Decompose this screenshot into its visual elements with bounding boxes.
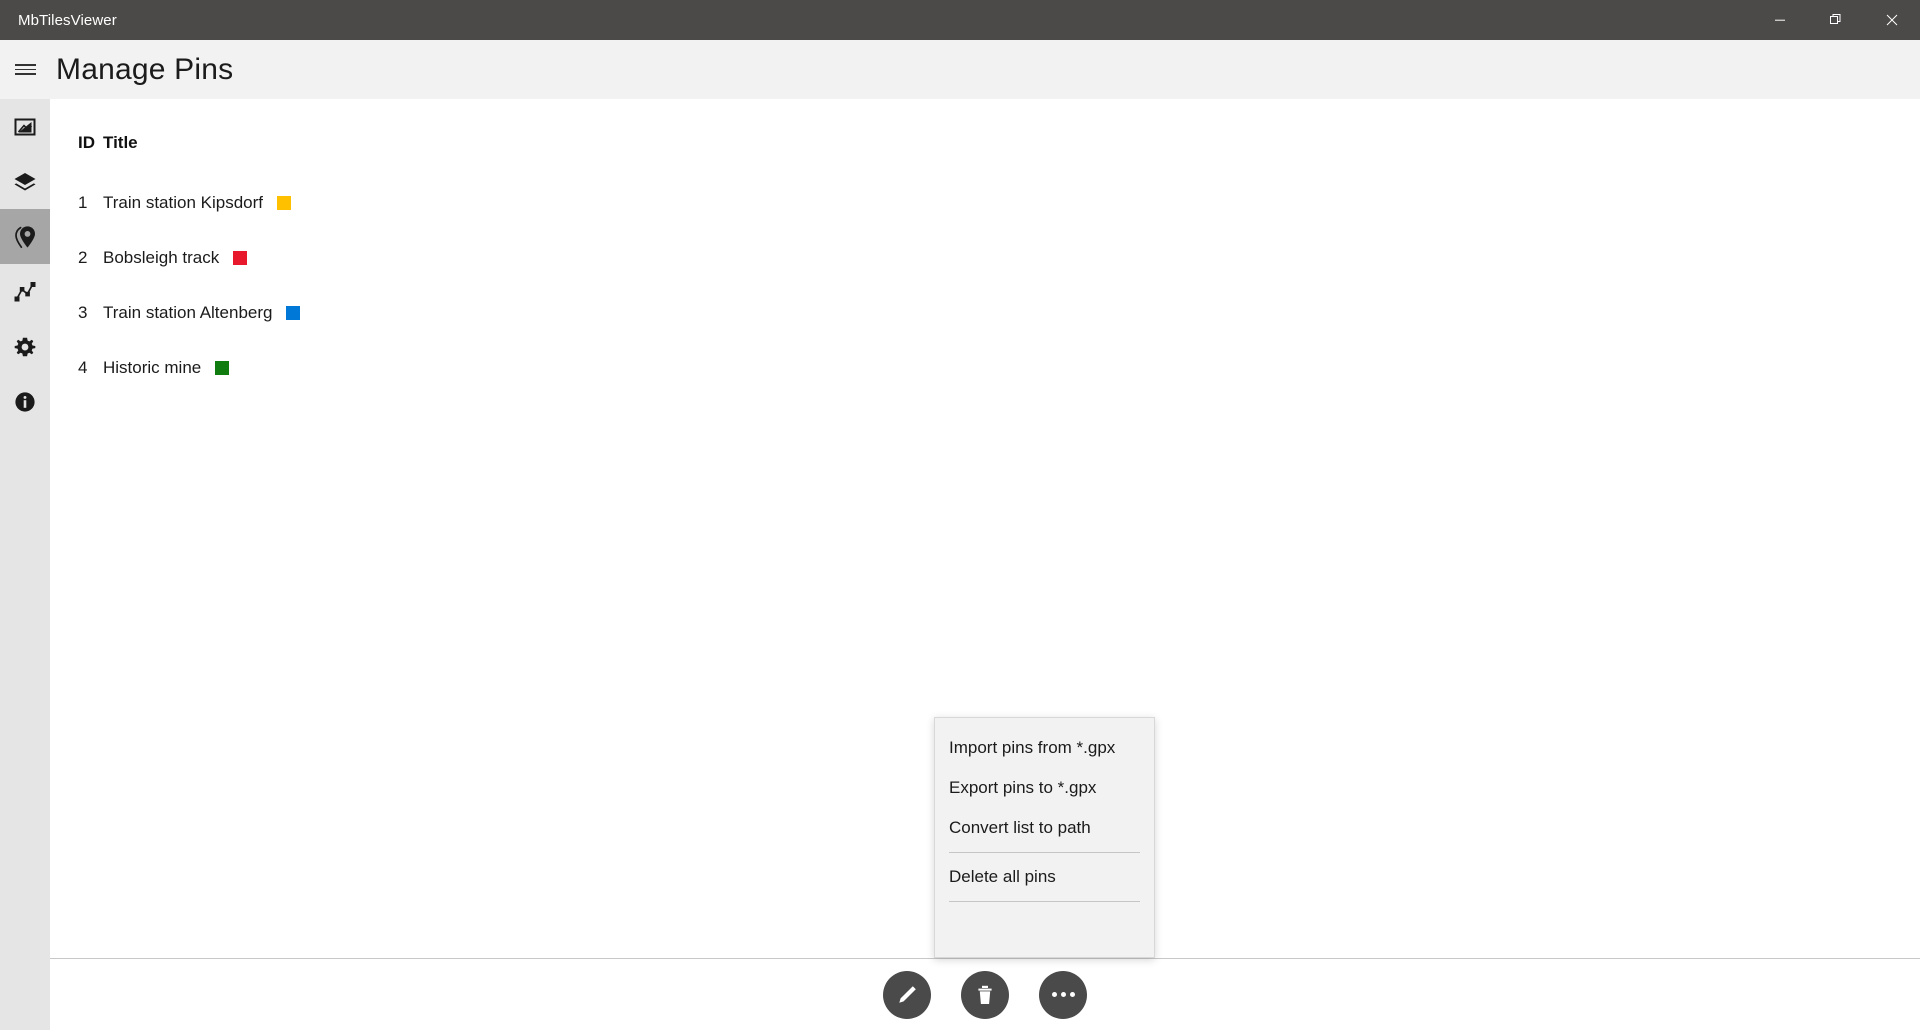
- sidebar-item-info[interactable]: [0, 374, 50, 429]
- path-route-icon: [13, 280, 37, 304]
- ellipsis-icon: [1051, 992, 1075, 997]
- window-controls: [1752, 0, 1920, 40]
- hamburger-line: [14, 73, 36, 75]
- pin-id: 2: [78, 247, 88, 267]
- pin-color-swatch: [277, 195, 291, 210]
- table-row[interactable]: 2 Bobsleigh track: [50, 230, 1920, 285]
- table-row[interactable]: 3 Train station Altenberg: [50, 285, 1920, 340]
- pin-title: Train station Altenberg: [103, 302, 273, 322]
- sidebar-item-layers[interactable]: [0, 154, 50, 209]
- pin-list-header: ID Title: [50, 129, 1920, 157]
- ellipsis-dot: [1060, 992, 1066, 997]
- pin-title-cell: Historic mine: [95, 357, 230, 378]
- pin-id: 3: [78, 302, 88, 322]
- pin-id: 4: [78, 357, 88, 377]
- menu-item-delete-all-pins[interactable]: Delete all pins: [935, 857, 1154, 897]
- pin-color-swatch: [215, 360, 230, 375]
- sidebar-item-pins[interactable]: [0, 209, 50, 264]
- command-bar: [50, 959, 1920, 1030]
- column-header-id: ID: [78, 133, 95, 152]
- title-bar: MbTilesViewer: [0, 0, 1920, 40]
- map-image-icon: [14, 116, 36, 138]
- edit-pin-button[interactable]: [883, 970, 931, 1019]
- menu-separator: [949, 901, 1140, 902]
- pin-color-swatch: [233, 250, 248, 265]
- gear-icon: [14, 336, 36, 358]
- sidebar-item-settings[interactable]: [0, 319, 50, 374]
- minimize-button[interactable]: [1752, 0, 1808, 40]
- info-icon: [14, 391, 36, 413]
- table-row[interactable]: 4 Historic mine: [50, 340, 1920, 395]
- pencil-icon: [896, 984, 918, 1006]
- pin-color-swatch: [286, 305, 301, 320]
- pin-id: 1: [78, 192, 88, 212]
- hamburger-line: [14, 64, 36, 66]
- pin-title: Train station Kipsdorf: [103, 192, 263, 212]
- ellipsis-dot: [1051, 992, 1057, 997]
- menu-item-show-pin-on-map[interactable]: [935, 906, 1154, 946]
- delete-pin-button[interactable]: [961, 970, 1009, 1019]
- more-options-button[interactable]: [1039, 970, 1087, 1019]
- more-options-menu: Import pins from *.gpx Export pins to *.…: [934, 717, 1155, 958]
- pin-list: 1 Train station Kipsdorf 2 Bobsleigh tra…: [50, 175, 1920, 395]
- page-header: Manage Pins: [0, 40, 1920, 99]
- ellipsis-dot: [1069, 992, 1075, 997]
- restore-button[interactable]: [1808, 0, 1864, 40]
- location-pin-icon: [14, 225, 36, 249]
- menu-separator: [949, 852, 1140, 853]
- pin-title: Bobsleigh track: [103, 247, 220, 267]
- sidebar-item-map[interactable]: [0, 99, 50, 154]
- menu-item-export-pins[interactable]: Export pins to *.gpx: [935, 768, 1154, 808]
- app-title: MbTilesViewer: [18, 11, 117, 29]
- hamburger-icon[interactable]: [0, 40, 50, 99]
- pin-title-cell: Train station Kipsdorf: [95, 193, 291, 213]
- pin-title: Historic mine: [103, 357, 202, 377]
- menu-item-import-pins[interactable]: Import pins from *.gpx: [935, 728, 1154, 768]
- menu-item-convert-list-to-path[interactable]: Convert list to path: [935, 808, 1154, 848]
- column-header-title: Title: [103, 133, 138, 152]
- hamburger-line: [14, 68, 36, 71]
- pin-title-cell: Bobsleigh track: [95, 247, 248, 268]
- layers-icon: [13, 171, 37, 193]
- table-row[interactable]: 1 Train station Kipsdorf: [50, 175, 1920, 230]
- trash-icon: [974, 984, 996, 1006]
- pin-title-cell: Train station Altenberg: [95, 302, 301, 323]
- page-title: Manage Pins: [56, 52, 234, 86]
- sidebar-item-paths[interactable]: [0, 264, 50, 319]
- close-button[interactable]: [1864, 0, 1920, 40]
- sidebar: [0, 99, 50, 1030]
